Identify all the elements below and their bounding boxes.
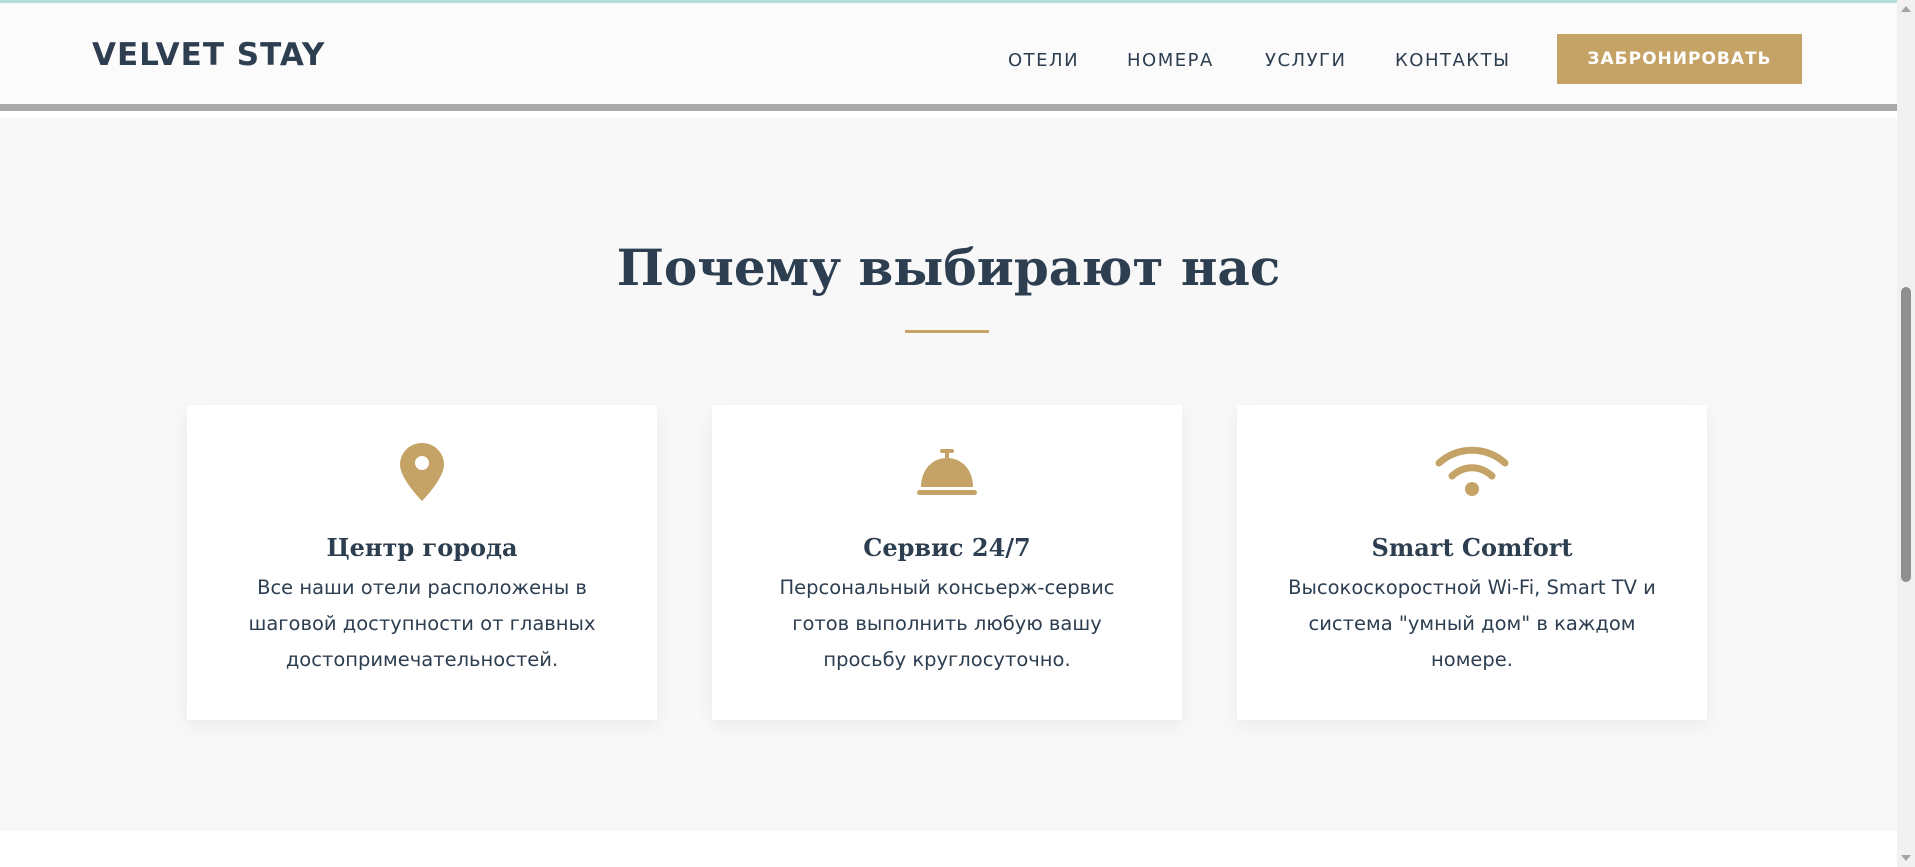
feature-text: Все наши отели расположены в шаговой дос… [248, 576, 596, 671]
scroll-up-arrow-icon[interactable] [1901, 6, 1911, 12]
scroll-down-arrow-icon[interactable] [1901, 855, 1911, 861]
feature-text: Высокоскоростной Wi-Fi, Smart TV и систе… [1288, 576, 1656, 671]
nav-link-hotels[interactable]: ОТЕЛИ [1008, 50, 1079, 71]
feature-card-service: Сервис 24/7 Персональный консьерж-сервис… [712, 405, 1182, 720]
nav-link-rooms[interactable]: НОМЕРА [1127, 50, 1214, 71]
nav-link-services[interactable]: УСЛУГИ [1265, 50, 1346, 71]
feature-card-smart-comfort: Smart Comfort Высокоскоростной Wi-Fi, Sm… [1237, 405, 1707, 720]
feature-title: Центр города [326, 533, 518, 562]
title-underline [905, 330, 989, 333]
book-button[interactable]: ЗАБРОНИРОВАТЬ [1557, 34, 1802, 84]
map-pin-icon [187, 443, 657, 503]
site-header: VELVET STAY ОТЕЛИ НОМЕРА УСЛУГИ КОНТАКТЫ… [0, 3, 1897, 111]
feature-text: Персональный консьерж-сервис готов выпол… [779, 576, 1115, 671]
scrollbar-thumb[interactable] [1901, 287, 1911, 582]
concierge-bell-icon [712, 443, 1182, 503]
section-title: Почему выбирают нас [616, 238, 1281, 297]
features-section: Почему выбирают нас Центр города Все наш… [0, 118, 1897, 831]
vertical-scrollbar[interactable] [1897, 0, 1915, 867]
wifi-icon [1237, 443, 1707, 503]
feature-card-city-center: Центр города Все наши отели расположены … [187, 405, 657, 720]
feature-title: Smart Comfort [1371, 533, 1573, 562]
feature-title: Сервис 24/7 [863, 533, 1031, 562]
nav-link-contacts[interactable]: КОНТАКТЫ [1395, 50, 1510, 71]
browser-viewport: VELVET STAY ОТЕЛИ НОМЕРА УСЛУГИ КОНТАКТЫ… [0, 0, 1915, 867]
